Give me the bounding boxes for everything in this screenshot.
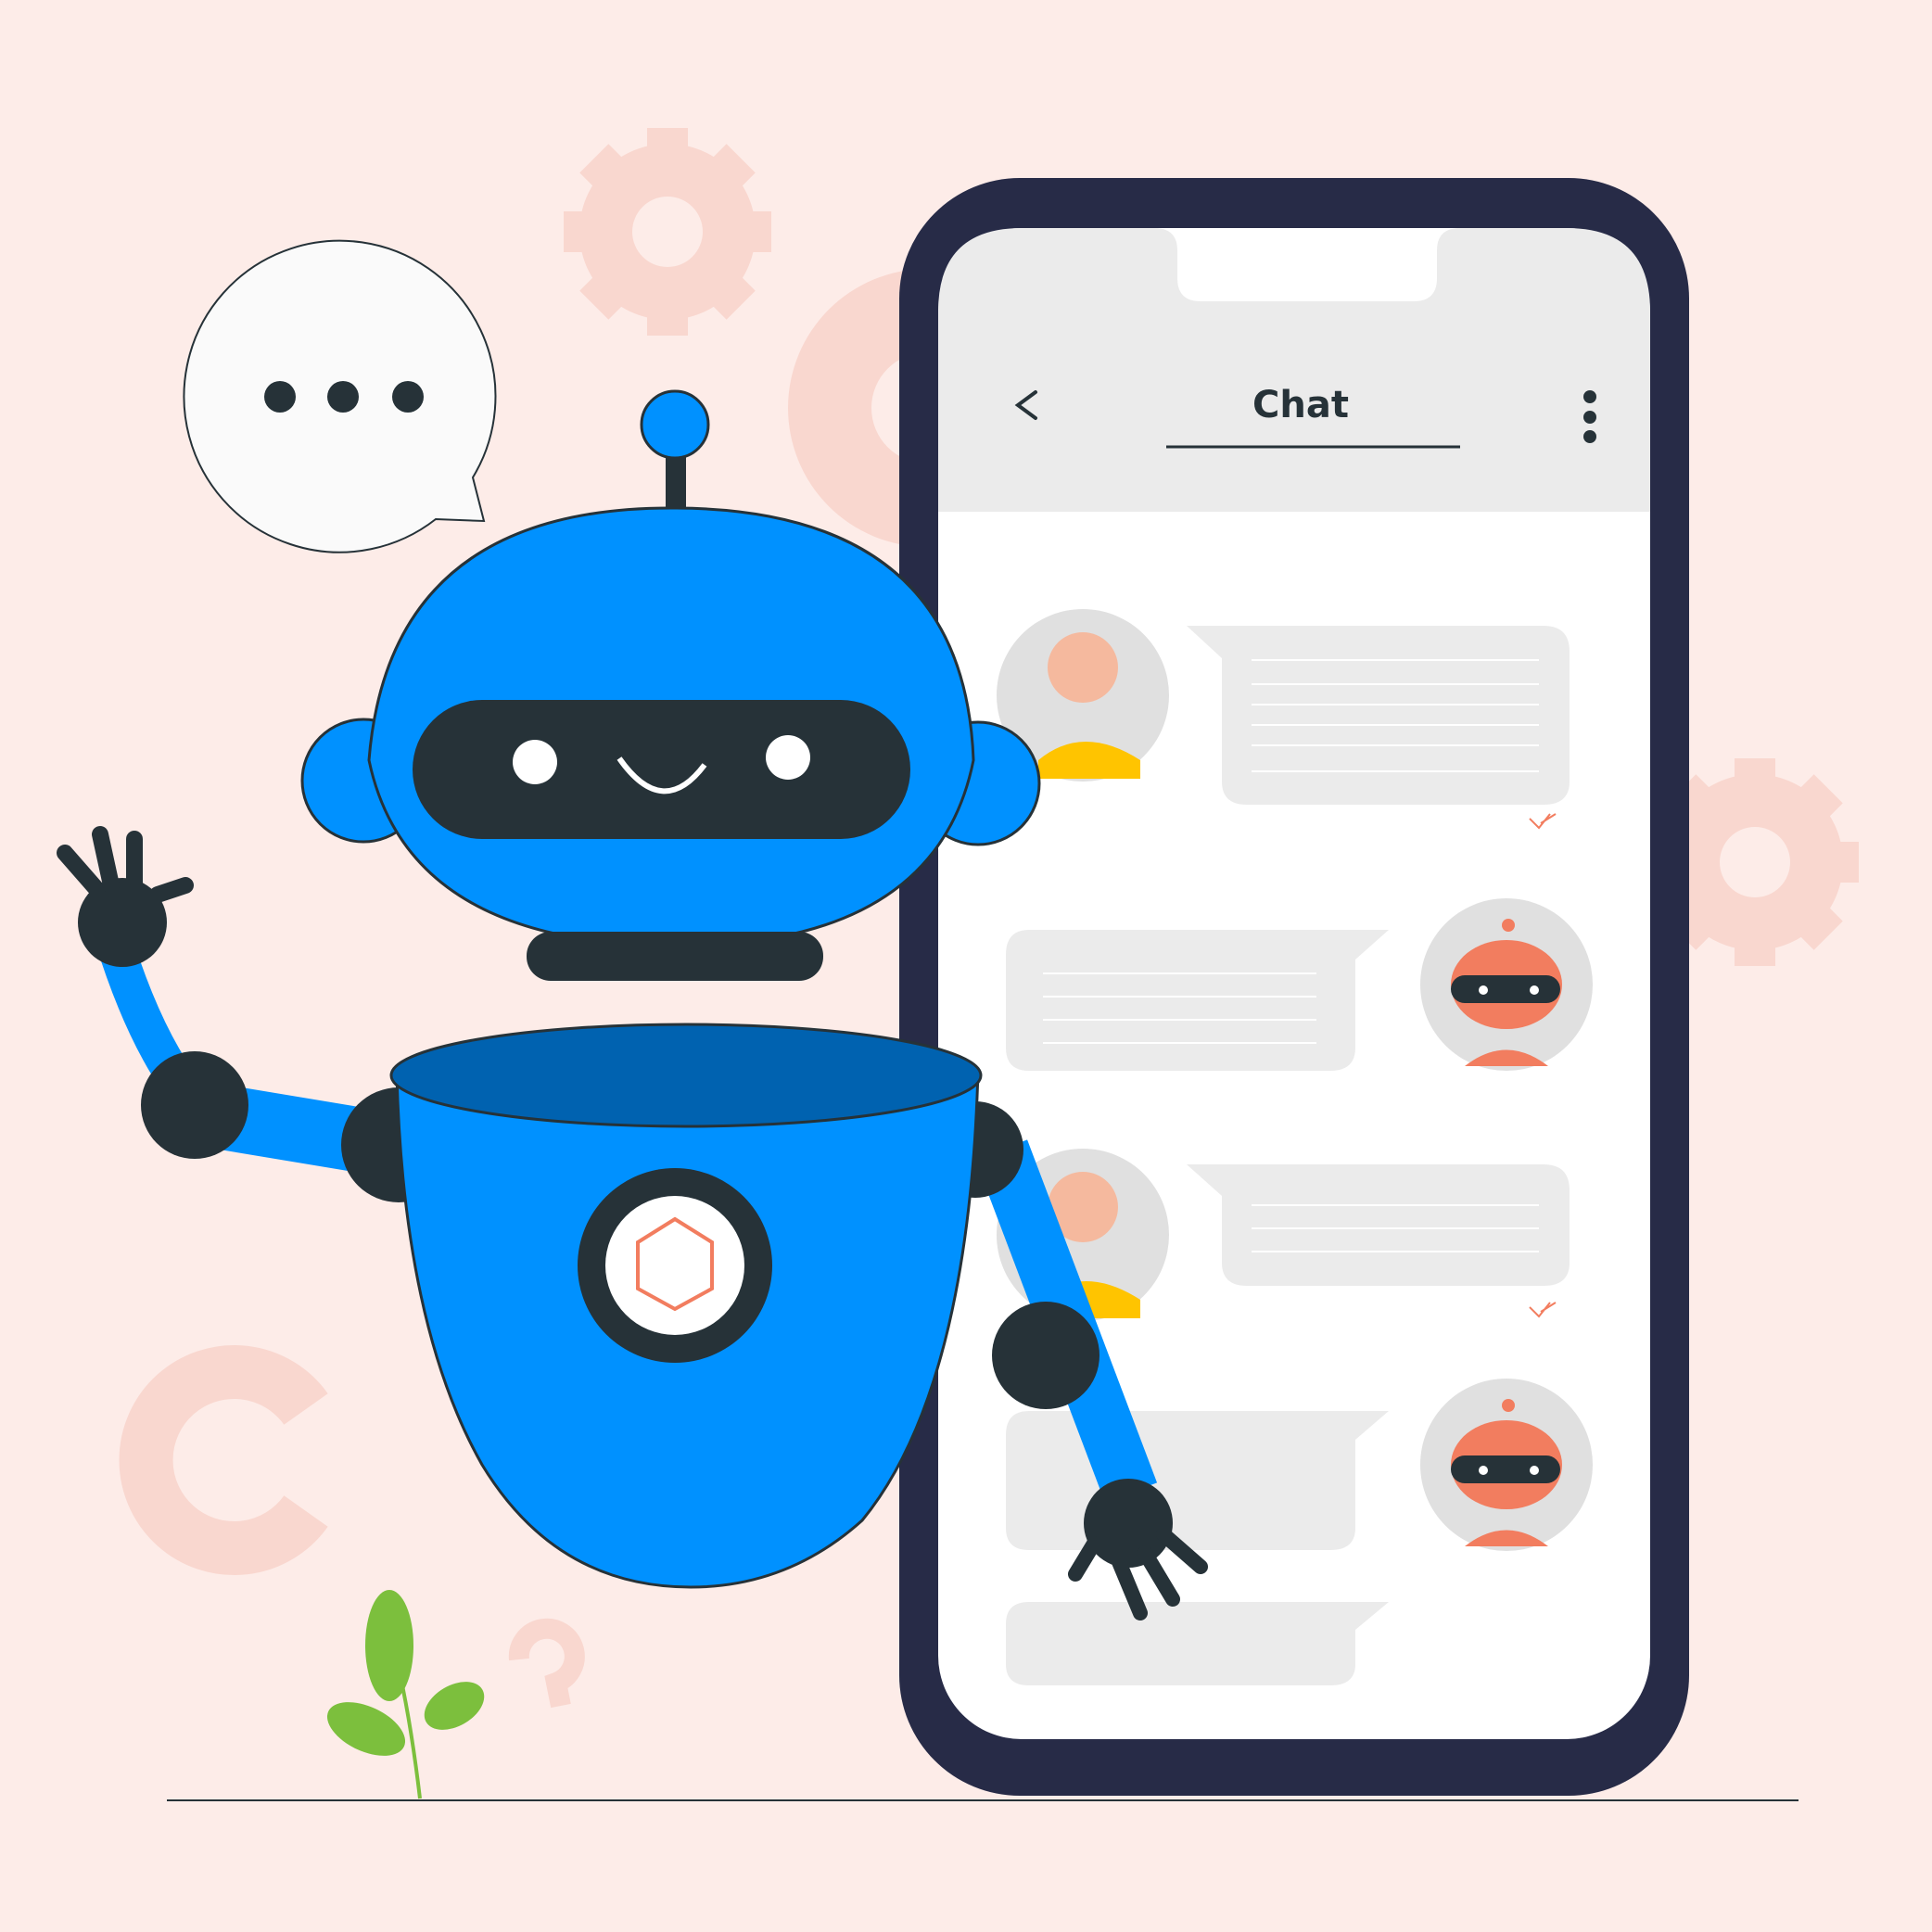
- speech-bubble: [183, 239, 497, 553]
- question-mark-icon: [119, 1345, 328, 1575]
- gear-icon: [564, 128, 771, 336]
- kebab-menu-icon[interactable]: [1583, 390, 1596, 443]
- illustration: Chat: [57, 128, 1859, 1801]
- robot-avatar: [1420, 1379, 1593, 1551]
- robot-avatar: [1420, 898, 1593, 1071]
- typing-dots-icon: [264, 381, 424, 413]
- chat-title: Chat: [1252, 384, 1349, 426]
- plant-icon: [326, 1590, 485, 1799]
- phone: Chat: [899, 178, 1689, 1796]
- message-bot: [1006, 1602, 1389, 1685]
- question-mark-icon: [508, 1618, 585, 1709]
